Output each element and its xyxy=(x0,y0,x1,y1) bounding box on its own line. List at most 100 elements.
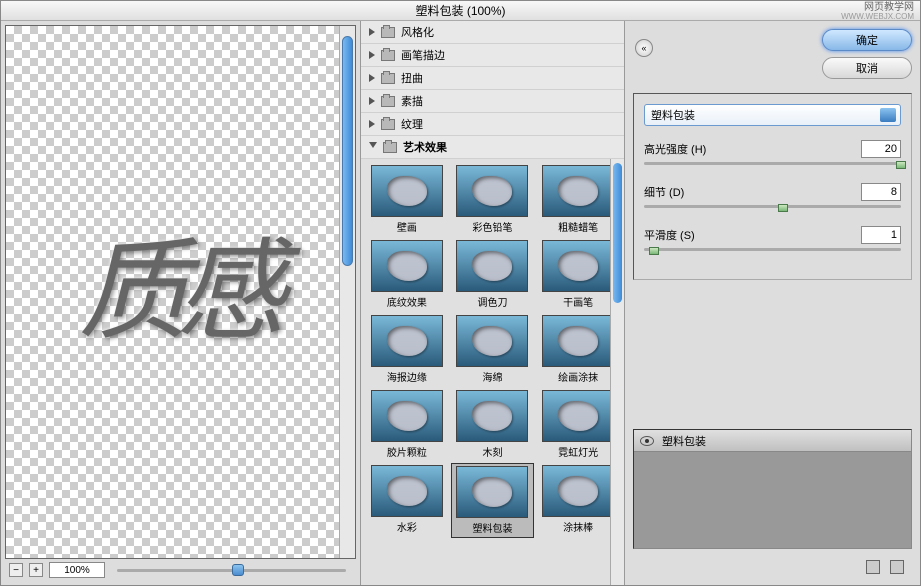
thumbnail-grid: 壁画 彩色铅笔 粗糙蜡笔 底纹效果 调色刀 干画笔 海报边缘 海绵 绘画涂抹 胶… xyxy=(361,159,624,542)
preview-pane: 质 感 − + xyxy=(1,21,361,585)
collapse-icon[interactable]: « xyxy=(635,39,653,57)
slider-track[interactable] xyxy=(644,162,901,165)
thumb-image xyxy=(456,315,528,367)
thumb-label: 调色刀 xyxy=(477,294,507,309)
category-item[interactable]: 纹理 xyxy=(361,113,624,136)
filter-scrollbar[interactable] xyxy=(610,159,624,585)
filter-scroll-thumb[interactable] xyxy=(613,163,622,303)
thumb-image xyxy=(371,390,443,442)
filter-thumb[interactable]: 底纹效果 xyxy=(365,238,449,311)
category-item[interactable]: 扭曲 xyxy=(361,67,624,90)
category-item[interactable]: 风格化 xyxy=(361,21,624,44)
filter-dropdown[interactable]: 塑料包装 xyxy=(644,104,901,126)
zoom-field[interactable] xyxy=(49,562,105,578)
thumb-label: 塑料包装 xyxy=(472,520,512,535)
category-label: 风格化 xyxy=(401,24,434,40)
new-layer-icon[interactable] xyxy=(866,560,880,574)
titlebar: 塑料包装 (100%) 网页教学网 WWW.WEBJX.COM xyxy=(1,1,920,21)
slider-value-input[interactable] xyxy=(861,183,901,201)
filter-thumb[interactable]: 水彩 xyxy=(365,463,449,538)
folder-icon xyxy=(381,50,395,61)
thumb-label: 壁画 xyxy=(397,219,417,234)
slider-handle[interactable] xyxy=(896,161,906,169)
slider-track[interactable] xyxy=(644,248,901,251)
thumb-label: 绘画涂抹 xyxy=(558,369,598,384)
dropdown-value: 塑料包装 xyxy=(651,107,695,123)
filter-thumb[interactable]: 粗糙蜡笔 xyxy=(536,163,620,236)
thumb-label: 彩色铅笔 xyxy=(472,219,512,234)
category-item[interactable]: 艺术效果 xyxy=(361,136,624,159)
slider-value-input[interactable] xyxy=(861,226,901,244)
preview-scrollbar[interactable] xyxy=(339,26,355,558)
disclosure-triangle-icon xyxy=(369,28,375,36)
filter-gallery-window: 塑料包装 (100%) 网页教学网 WWW.WEBJX.COM 质 感 − + xyxy=(0,0,921,586)
category-label: 艺术效果 xyxy=(403,139,447,155)
thumb-image xyxy=(542,315,614,367)
thumbnail-area: 壁画 彩色铅笔 粗糙蜡笔 底纹效果 调色刀 干画笔 海报边缘 海绵 绘画涂抹 胶… xyxy=(361,159,624,585)
ok-button[interactable]: 确定 xyxy=(822,29,912,51)
slider-value-input[interactable] xyxy=(861,140,901,158)
zoom-in-button[interactable]: + xyxy=(29,563,43,577)
thumb-label: 粗糙蜡笔 xyxy=(558,219,598,234)
category-item[interactable]: 画笔描边 xyxy=(361,44,624,67)
delete-layer-icon[interactable] xyxy=(890,560,904,574)
slider-handle[interactable] xyxy=(778,204,788,212)
filter-thumb[interactable]: 霓虹灯光 xyxy=(536,388,620,461)
slider-label: 高光强度 (H) xyxy=(644,141,706,157)
settings-pane: « 确定 取消 塑料包装 高光强度 (H) 细节 (D) 平滑度 (S) xyxy=(625,21,920,585)
thumb-image xyxy=(542,465,614,517)
slider-row: 高光强度 (H) xyxy=(644,140,901,165)
thumb-image xyxy=(542,240,614,292)
filter-thumb[interactable]: 干画笔 xyxy=(536,238,620,311)
category-label: 扭曲 xyxy=(401,70,423,86)
preview-artwork: 质 感 xyxy=(59,223,287,362)
filter-pane: 风格化 画笔描边 扭曲 素描 纹理 艺术效果 壁画 彩色铅笔 粗糙蜡笔 底纹效果… xyxy=(361,21,625,585)
thumb-image xyxy=(371,165,443,217)
effect-layers: 塑料包装 xyxy=(633,429,912,549)
thumb-label: 涂抹棒 xyxy=(563,519,593,534)
slider-track[interactable] xyxy=(644,205,901,208)
filter-thumb[interactable]: 壁画 xyxy=(365,163,449,236)
visibility-icon[interactable] xyxy=(640,436,654,446)
filter-thumb[interactable]: 胶片颗粒 xyxy=(365,388,449,461)
folder-icon xyxy=(381,119,395,130)
category-label: 纹理 xyxy=(401,116,423,132)
category-item[interactable]: 素描 xyxy=(361,90,624,113)
preview-scroll-thumb[interactable] xyxy=(342,36,353,266)
slider-label: 细节 (D) xyxy=(644,184,684,200)
filter-thumb[interactable]: 涂抹棒 xyxy=(536,463,620,538)
disclosure-triangle-icon xyxy=(369,97,375,105)
thumb-image xyxy=(542,165,614,217)
preview-frame[interactable]: 质 感 xyxy=(5,25,356,559)
filter-thumb[interactable]: 海报边缘 xyxy=(365,313,449,386)
thumb-image xyxy=(456,466,528,518)
thumb-label: 干画笔 xyxy=(563,294,593,309)
thumb-image xyxy=(371,465,443,517)
folder-icon xyxy=(381,73,395,84)
thumb-image xyxy=(371,240,443,292)
layer-row[interactable]: 塑料包装 xyxy=(634,430,911,452)
filter-thumb[interactable]: 木刻 xyxy=(451,388,535,461)
slider-handle[interactable] xyxy=(649,247,659,255)
thumb-label: 海报边缘 xyxy=(387,369,427,384)
filter-thumb[interactable]: 调色刀 xyxy=(451,238,535,311)
folder-icon xyxy=(381,96,395,107)
content: 质 感 − + 风格化 画笔描边 扭曲 素描 纹理 艺术 xyxy=(1,21,920,585)
folder-icon xyxy=(383,142,397,153)
disclosure-triangle-icon xyxy=(369,142,377,152)
cancel-button[interactable]: 取消 xyxy=(822,57,912,79)
filter-thumb[interactable]: 塑料包装 xyxy=(451,463,535,538)
zoom-out-button[interactable]: − xyxy=(9,563,23,577)
filter-thumb[interactable]: 彩色铅笔 xyxy=(451,163,535,236)
thumb-image xyxy=(456,240,528,292)
watermark: 网页教学网 WWW.WEBJX.COM xyxy=(841,3,914,21)
category-label: 画笔描边 xyxy=(401,47,445,63)
zoom-handle[interactable] xyxy=(232,564,244,576)
disclosure-triangle-icon xyxy=(369,51,375,59)
thumb-label: 底纹效果 xyxy=(387,294,427,309)
zoom-slider[interactable] xyxy=(117,563,346,577)
thumb-image xyxy=(456,165,528,217)
filter-thumb[interactable]: 绘画涂抹 xyxy=(536,313,620,386)
thumb-label: 木刻 xyxy=(482,444,502,459)
filter-thumb[interactable]: 海绵 xyxy=(451,313,535,386)
